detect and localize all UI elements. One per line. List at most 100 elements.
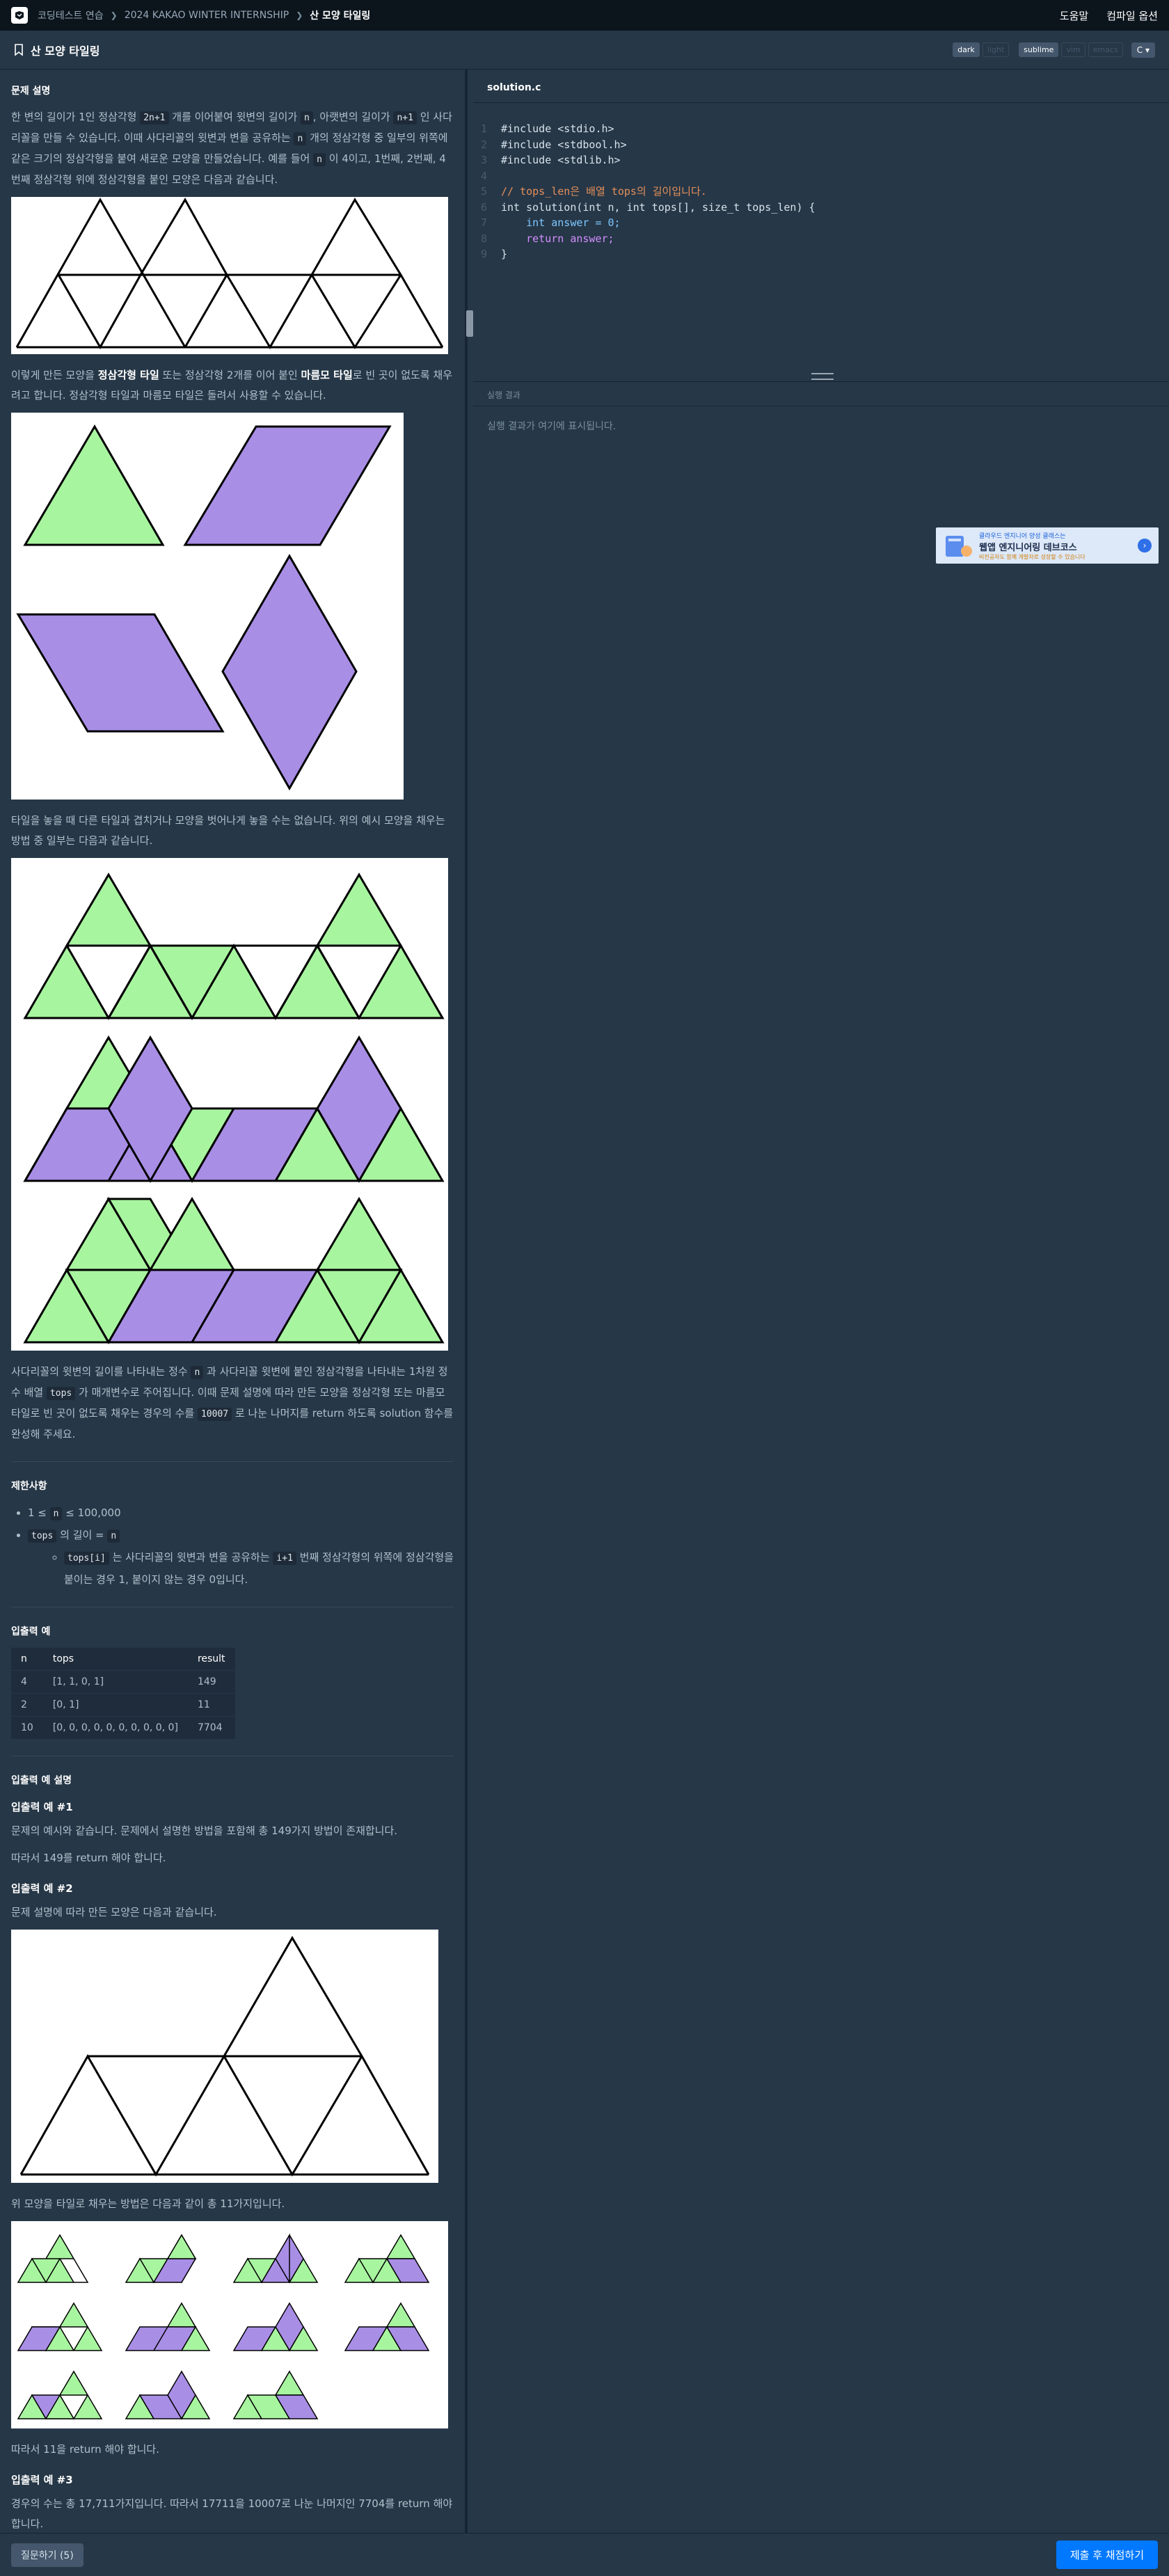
run-code-button[interactable]: 제출 후 채점하기 [1056, 2541, 1158, 2569]
panel-resize-handle[interactable] [466, 310, 473, 337]
text: 또는 정삼각형 2개를 이어 붙인 [159, 369, 301, 381]
line-number: 4 [480, 169, 487, 182]
code-text: #include <stdbool.h> [501, 138, 627, 151]
code-text: } [501, 248, 508, 260]
bookmark-icon[interactable] [14, 43, 24, 56]
help-link[interactable]: 도움말 [1060, 8, 1088, 23]
code-text: #include <stdlib.h> [501, 154, 621, 166]
code-text: int answer = 0; [501, 216, 621, 229]
table-cell: 2 [11, 1693, 43, 1717]
breadcrumb-item[interactable]: 코딩테스트 연습 [38, 8, 104, 22]
example-text: 따라서 11을 return 해야 합니다. [11, 2443, 159, 2456]
ad-banner[interactable]: 클라우드 엔지니어 양성 클래스는 웹앱 엔지니어링 데브코스 비전공자도 함께… [936, 527, 1159, 564]
text: 1 ≤ [28, 1506, 50, 1519]
language-value: C [1136, 45, 1143, 55]
table-cell: 4 [11, 1670, 43, 1694]
theme-light-button[interactable]: light [982, 42, 1010, 57]
code-editor[interactable]: 1 #include <stdio.h> 2 #include <stdbool.h… [473, 109, 1169, 359]
problem-description-panel[interactable]: 문제 설명 한 변의 길이가 1인 정삼각형 2n+1 개를 이어붙여 윗변의 … [0, 70, 468, 2533]
table-cell: [0, 0, 0, 0, 0, 0, 0, 0, 0, 0] [42, 1716, 188, 1739]
example-text: 경우의 수는 총 17,711가지입니다. 따라서 17711을 10007로 … [11, 2497, 453, 2530]
section-heading: 제한사항 [11, 1481, 47, 1492]
example-heading: 입출력 예 #3 [11, 2474, 73, 2486]
text: 는 사다리꼴의 윗변과 변을 공유하는 [109, 1551, 273, 1564]
code-line: 4 [473, 168, 1169, 184]
breadcrumb-current: 산 모양 타일링 [310, 10, 371, 22]
text: 이렇게 만든 모양을 [11, 369, 98, 381]
text: , 아랫변의 길이가 [312, 111, 394, 123]
inline-code: 10007 [197, 1408, 232, 1421]
inline-code: n [191, 1366, 204, 1379]
bold-text: 마름모 타일 [301, 369, 353, 381]
inline-code: tops [28, 1529, 57, 1543]
description-paragraph-4: 사다리꼴의 윗변의 길이를 나타내는 정수 n 과 사다리꼴 윗변에 붙인 정삼… [11, 1362, 454, 1445]
ad-text: 비전공자도 함께 개발자로 성장할 수 있습니다 [979, 553, 1086, 560]
inline-code: i+1 [273, 1552, 296, 1565]
ad-text: 클라우드 엔지니어 양성 클래스는 [979, 532, 1066, 540]
line-number: 5 [480, 185, 487, 198]
tile-types-figure [11, 413, 404, 800]
code-comment: // tops_len은 배열 tops의 길이입니다. [501, 185, 707, 198]
description-paragraph-2: 이렇게 만든 모양을 정삼각형 타일 또는 정삼각형 2개를 이어 붙인 마름모… [11, 365, 454, 406]
section-heading: 입출력 예 설명 [11, 1775, 72, 1786]
editor-resize-handle[interactable] [811, 373, 834, 380]
editor-tab[interactable]: solution.c [473, 70, 1169, 103]
code-text: #include <stdio.h> [501, 122, 614, 135]
table-row: 2 [0, 1] 11 [11, 1693, 235, 1717]
language-select[interactable]: C ▾ [1131, 42, 1155, 58]
breadcrumb-item[interactable]: 2024 KAKAO WINTER INTERNSHIP [125, 10, 289, 21]
example-text: 문제의 예시와 같습니다. 문제에서 설명한 방법을 포함해 총 149가지 방… [11, 1824, 398, 1837]
example2-tilings-figure [11, 2221, 448, 2428]
compile-options-link[interactable]: 컴파일 옵션 [1106, 8, 1158, 23]
programmers-logo-icon[interactable] [11, 7, 28, 24]
description-paragraph-3: 타일을 놓을 때 다른 타일과 겹치거나 모양을 벗어나게 놓을 수는 없습니다… [11, 814, 445, 847]
example-heading: 입출력 예 #2 [11, 1882, 73, 1895]
result-output: 실행 결과가 여기에 표시됩니다. [487, 421, 617, 432]
line-number: 3 [480, 154, 487, 166]
table-cell: [1, 1, 0, 1] [42, 1670, 188, 1694]
constraint-item: tops 의 길이 = n tops[i] 는 사다리꼴의 윗변과 변을 공유하… [28, 1525, 454, 1590]
column-header: result [197, 1653, 225, 1664]
section-heading: 입출력 예 [11, 1626, 51, 1637]
ad-text: 웹앱 엔지니어링 데브코스 [979, 542, 1077, 553]
line-number: 7 [480, 216, 487, 229]
keymap-vim-button[interactable]: vim [1061, 42, 1086, 57]
table-cell: 11 [187, 1693, 235, 1717]
line-number: 9 [480, 248, 487, 260]
example-text: 문제 설명에 따라 만든 모양은 다음과 같습니다. [11, 1906, 217, 1918]
constraint-subitem: tops[i] 는 사다리꼴의 윗변과 변을 공유하는 i+1 번째 정삼각형의… [64, 1547, 454, 1590]
text: ≤ 100,000 [62, 1506, 121, 1519]
code-line: 3 #include <stdlib.h> [473, 152, 1169, 168]
code-line: 9} [473, 246, 1169, 262]
chevron-right-icon: ❯ [110, 10, 118, 20]
table-header-row: n tops result [11, 1648, 235, 1671]
keymap-sublime-button[interactable]: sublime [1019, 42, 1059, 57]
keymap-emacs-button[interactable]: emacs [1088, 42, 1123, 57]
text: 의 길이 = [56, 1529, 108, 1541]
theme-dark-button[interactable]: dark [953, 42, 980, 57]
code-line: 2 #include <stdbool.h> [473, 137, 1169, 153]
table-cell: 7704 [187, 1716, 235, 1739]
breadcrumb: 코딩테스트 연습 ❯ 2024 KAKAO WINTER INTERNSHIP … [38, 8, 370, 22]
arrow-right-icon[interactable]: › [1138, 539, 1152, 552]
table-cell: [0, 1] [42, 1693, 188, 1717]
table-row: 10 [0, 0, 0, 0, 0, 0, 0, 0, 0, 0] 7704 [11, 1716, 235, 1739]
text: 사다리꼴의 윗변의 길이를 나타내는 정수 [11, 1365, 191, 1378]
table-row: 4 [1, 1, 0, 1] 149 [11, 1670, 235, 1694]
divider [11, 1461, 454, 1462]
code-line: 8 return answer; [473, 231, 1169, 247]
question-button[interactable]: 질문하기 (5) [11, 2543, 84, 2567]
result-header: 실행 결과 [473, 381, 1169, 406]
text: 한 변의 길이가 1인 정삼각형 [11, 111, 141, 123]
code-line: 7 int answer = 0; [473, 215, 1169, 231]
code-text: int solution(int n, int tops[], size_t t… [501, 200, 816, 214]
table-cell: 149 [187, 1670, 235, 1694]
inline-code: n [300, 111, 313, 125]
inline-code: n [313, 153, 326, 166]
constraint-item: 1 ≤ n ≤ 100,000 [28, 1502, 454, 1525]
example-heading: 입출력 예 #1 [11, 1801, 73, 1813]
page-title: 산 모양 타일링 [31, 44, 100, 58]
tiling-examples-figure [11, 858, 448, 1351]
inline-code: tops [46, 1387, 76, 1400]
code-line: 6 int solution(int n, int tops[], size_t … [473, 200, 1169, 216]
